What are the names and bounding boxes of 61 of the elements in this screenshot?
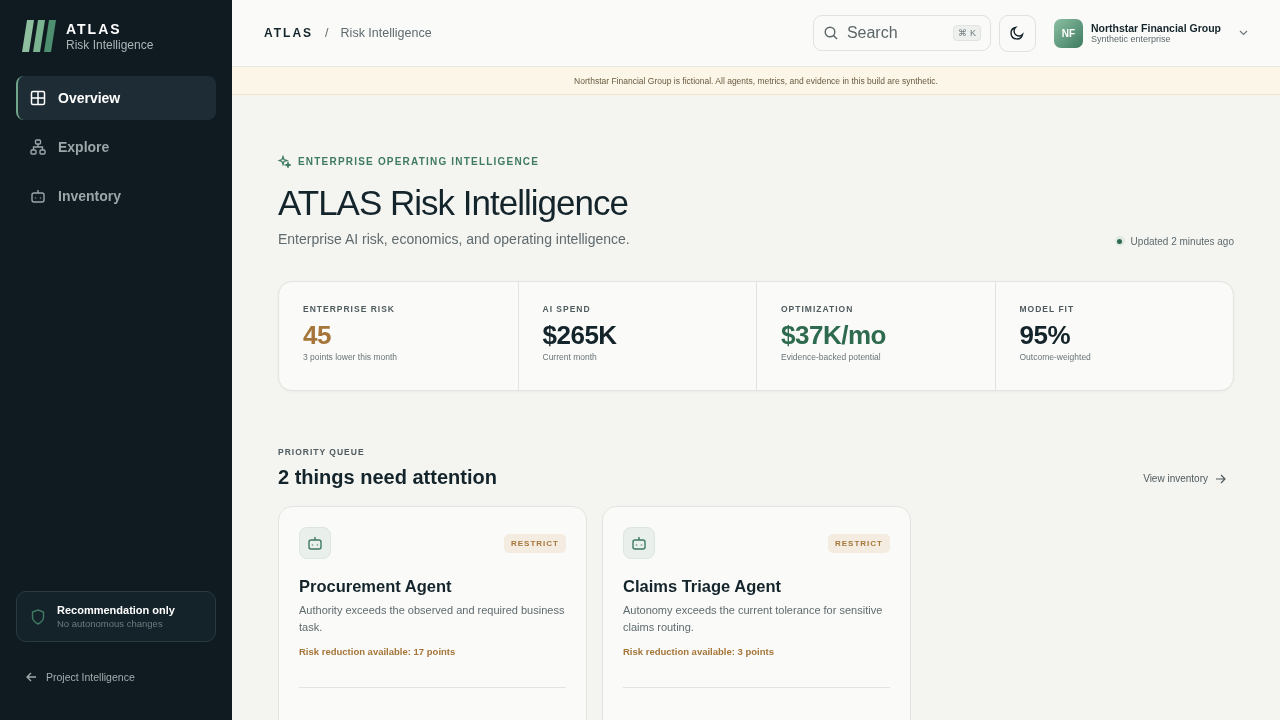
risk-reduction-label: Risk reduction available: 3 points (623, 646, 775, 657)
metric-value: 95% (1019, 320, 1072, 350)
hierarchy-icon (30, 139, 46, 155)
robot-icon (631, 535, 647, 551)
agent-description: Autonomy exceeds the current tolerance for sensitive claims routing. (623, 603, 884, 635)
metric-label: AI SPEND (542, 304, 592, 314)
nav-item[interactable]: Inventory (16, 174, 216, 218)
agent-card[interactable]: RESTRICT Procurement Agent Authority exceeds the observed and required business task. Risk reduction available: 17 points (278, 506, 587, 720)
notice-banner: Northstar Financial Group is fictional. All agents, metrics, and evidence in this build are synthetic. (232, 67, 1280, 95)
breadcrumb-separator: / (325, 26, 329, 40)
logo-icon (22, 20, 56, 52)
back-link[interactable]: Project Intelligence (16, 668, 216, 686)
agent-description: Authority exceeds the observed and required business task. (299, 603, 566, 635)
agent-name: Procurement Agent (299, 577, 453, 596)
updated-label: Updated 2 minutes ago (1130, 235, 1234, 247)
section-eyebrow: PRIORITY QUEUE (278, 447, 366, 457)
robot-icon (30, 188, 46, 204)
search-icon (823, 26, 838, 40)
view-inventory-link[interactable]: View inventory (1143, 473, 1226, 484)
notice-title: Recommendation only (57, 603, 175, 617)
breadcrumb-root[interactable]: ATLAS (264, 26, 314, 40)
brand-name: ATLAS (66, 20, 123, 38)
breadcrumb-current: Risk Intelligence (340, 26, 432, 40)
page-subtitle: Enterprise AI risk, economics, and operating intelligence. (278, 231, 630, 247)
page-title: ATLAS Risk Intelligence (278, 183, 629, 223)
agent-name: Claims Triage Agent (623, 577, 782, 596)
organization-avatar: NF (1053, 18, 1083, 48)
robot-icon (307, 535, 323, 551)
sparkle-icon (278, 155, 291, 168)
brand-tagline: Risk Intelligence (66, 38, 154, 52)
status-badge: RESTRICT (504, 533, 566, 553)
metric-label: OPTIMIZATION (781, 304, 855, 314)
metric-note: 3 points lower this month (303, 352, 399, 362)
moon-icon (1010, 26, 1025, 40)
theme-toggle-button[interactable] (998, 14, 1036, 52)
organization-switcher[interactable]: NF Northstar Financial Group Synthetic enterprise (1053, 18, 1248, 48)
shield-icon (31, 608, 45, 625)
metric-note: Current month (542, 352, 598, 362)
metric-label: MODEL FIT (1019, 304, 1076, 314)
status-badge: RESTRICT (828, 533, 890, 553)
metric-value: $37K/mo (781, 320, 887, 350)
metric-value: 45 (303, 320, 332, 350)
agent-card[interactable]: RESTRICT Claims Triage Agent Autonomy exceeds the current tolerance for sensitive claims routing. Risk reduction available: 3 points (602, 506, 911, 720)
notice-subtitle: No autonomous changes (57, 617, 164, 630)
risk-reduction-label: Risk reduction available: 17 points (299, 646, 457, 657)
metric-note: Evidence-backed potential (781, 352, 882, 362)
eyebrow-label: ENTERPRISE OPERATING INTELLIGENCE (298, 156, 540, 167)
status-dot (1114, 236, 1125, 246)
grid-icon (30, 90, 46, 106)
nav-item[interactable]: Overview (16, 76, 216, 120)
shortcut-hint: ⌘ K (953, 25, 981, 41)
arrow-right-icon (1215, 473, 1226, 484)
chevron-down-icon (1239, 30, 1248, 36)
organization-name: Northstar Financial Group (1090, 21, 1221, 34)
metric-value: $265K (542, 320, 618, 350)
section-title: 2 things need attention (278, 465, 497, 489)
arrow-left-icon (26, 672, 37, 682)
organization-subtitle: Synthetic enterprise (1090, 33, 1172, 45)
metric-note: Outcome-weighted (1019, 352, 1092, 362)
metric-label: ENTERPRISE RISK (303, 304, 396, 314)
nav-item[interactable]: Explore (16, 125, 216, 169)
